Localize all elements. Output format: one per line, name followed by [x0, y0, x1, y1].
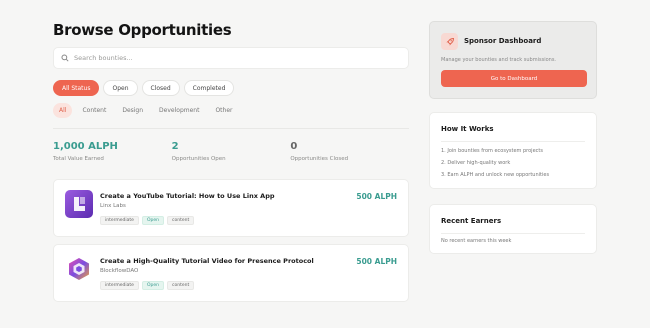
bounty-title[interactable]: Create a YouTube Tutorial: How to Use Li…: [100, 192, 275, 200]
tag-difficulty: intermediate: [100, 281, 139, 290]
recent-earners-empty: No recent earners this week: [441, 238, 512, 244]
status-filter-row: All Status Open Closed Completed: [53, 80, 235, 96]
bounty-reward: 500 ALPH: [356, 192, 397, 201]
divider: [441, 141, 585, 142]
tag-category: content: [167, 281, 195, 290]
stat-label: Total Value Earned: [53, 156, 104, 162]
rocket-icon: [441, 33, 458, 50]
how-it-works-step: 3. Earn ALPH and unlock new opportunitie…: [441, 172, 550, 178]
stat-value: 1,000 ALPH: [53, 141, 118, 152]
sponsor-title: Sponsor Dashboard: [464, 37, 542, 45]
search-icon: [61, 54, 69, 62]
divider: [53, 128, 409, 129]
stat-open: 2 Opportunities Open: [172, 141, 291, 162]
status-filter-all[interactable]: All Status: [53, 80, 100, 96]
bounty-reward: 500 ALPH: [356, 257, 397, 266]
bounty-tags: intermediate Open content: [100, 281, 195, 290]
stat-label: Opportunities Open: [171, 156, 226, 162]
stat-value: 0: [290, 141, 298, 152]
sponsor-dashboard-panel: Sponsor Dashboard Manage your bounties a…: [429, 21, 597, 99]
go-to-dashboard-button[interactable]: Go to Dashboard: [441, 70, 587, 87]
presence-protocol-logo: [65, 255, 93, 283]
stat-total-value: 1,000 ALPH Total Value Earned: [53, 141, 172, 162]
category-filter-all[interactable]: All: [53, 103, 73, 118]
stat-closed: 0 Opportunities Closed: [290, 141, 409, 162]
page-title: Browse Opportunities: [53, 21, 232, 39]
search-bar[interactable]: [53, 47, 409, 69]
category-filter-development[interactable]: Development: [153, 103, 205, 118]
how-it-works-panel: How It Works 1. Join bounties from ecosy…: [429, 112, 597, 189]
linx-labs-logo: [65, 190, 93, 218]
how-it-works-title: How It Works: [441, 125, 494, 133]
tag-status: Open: [141, 281, 164, 290]
bounty-card[interactable]: Create a High-Quality Tutorial Video for…: [53, 244, 409, 302]
category-filter-design[interactable]: Design: [116, 103, 149, 118]
tag-difficulty: intermediate: [100, 216, 139, 225]
status-filter-completed[interactable]: Completed: [183, 80, 235, 96]
status-filter-closed[interactable]: Closed: [141, 80, 180, 96]
category-filter-content[interactable]: Content: [76, 103, 112, 118]
how-it-works-step: 2. Deliver high-quality work: [441, 160, 511, 166]
search-input[interactable]: [74, 54, 394, 62]
divider: [441, 233, 585, 234]
category-filter-row: All Content Design Development Other: [53, 103, 239, 118]
stat-label: Opportunities Closed: [290, 156, 349, 162]
stats-row: 1,000 ALPH Total Value Earned 2 Opportun…: [53, 141, 409, 162]
recent-earners-panel: Recent Earners No recent earners this we…: [429, 204, 597, 254]
stat-value: 2: [171, 141, 179, 152]
bounty-title[interactable]: Create a High-Quality Tutorial Video for…: [100, 257, 314, 265]
bounty-card[interactable]: Create a YouTube Tutorial: How to Use Li…: [53, 179, 409, 237]
tag-status: Open: [141, 216, 164, 225]
status-filter-open[interactable]: Open: [103, 80, 138, 96]
bounty-org: BlockflowDAO: [100, 268, 139, 274]
tag-category: content: [167, 216, 195, 225]
bounty-tags: intermediate Open content: [100, 216, 195, 225]
bounty-org: Linx Labs: [100, 203, 126, 209]
recent-earners-title: Recent Earners: [441, 217, 502, 225]
how-it-works-step: 1. Join bounties from ecosystem projects: [441, 148, 543, 154]
sponsor-description: Manage your bounties and track submissio…: [441, 57, 557, 63]
category-filter-other[interactable]: Other: [209, 103, 238, 118]
